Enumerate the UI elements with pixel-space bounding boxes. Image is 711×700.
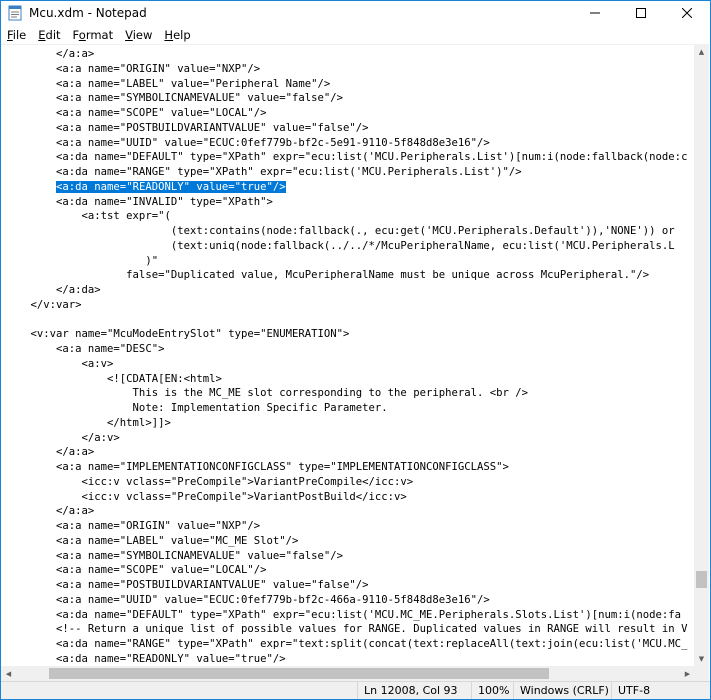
code-line: <a:da name="RANGE" type="XPath" expr="ec… [5, 166, 522, 178]
code-line: <a:da name="READONLY" value="true"/> [5, 180, 286, 195]
menu-help[interactable]: Help [158, 28, 196, 42]
menu-edit[interactable]: Edit [32, 28, 66, 42]
notepad-window: Mcu.xdm - Notepad File Edit Format View … [0, 0, 711, 700]
code-line: <a:a name="LABEL" value="MC_ME Slot"/> [5, 534, 299, 547]
code-line: <![CDATA[EN:<html> [5, 372, 222, 385]
code-line: <a:da name="INVALID" type="XPath"> [5, 195, 273, 208]
maximize-button[interactable] [618, 1, 664, 25]
encoding: UTF-8 [611, 682, 650, 699]
code-line: (text:uniq(node:fallback(../../*/McuPeri… [5, 239, 675, 252]
vertical-scrollbar[interactable]: ▲ ▼ [694, 44, 709, 666]
window-title: Mcu.xdm - Notepad [29, 6, 147, 20]
code-line: <a:da name="DEFAULT" type="XPath" expr="… [5, 151, 688, 164]
scroll-right-arrow-icon[interactable]: ▶ [680, 666, 695, 681]
code-line: <a:a name="DESC"> [5, 343, 165, 355]
code-line: <a:da name="RANGE" type="XPath" expr="te… [5, 638, 688, 650]
code-line: <a:a name="POSTBUILDVARIANTVALUE" value=… [5, 121, 369, 134]
code-line: (text:contains(node:fallback(., ecu:get(… [5, 225, 675, 237]
vertical-scroll-thumb[interactable] [696, 570, 707, 588]
selected-text: <a:da name="READONLY" value="true"/> [56, 180, 286, 193]
code-line: <a:a name="POSTBUILDVARIANTVALUE" value=… [5, 579, 369, 591]
code-line: <a:a name="ORIGIN" value="NXP"/> [5, 520, 261, 532]
code-line: <a:a name="UUID" value="ECUC:0fef779b-bf… [5, 136, 490, 149]
code-line: <a:da name="READONLY" value="true"/> [5, 652, 286, 665]
cursor-position: Ln 12008, Col 93 [357, 682, 458, 699]
menu-bar: File Edit Format View Help [1, 25, 710, 44]
maximize-icon [636, 8, 646, 18]
scroll-left-arrow-icon[interactable]: ◀ [1, 666, 16, 681]
code-line: </a:a> [5, 446, 95, 459]
scroll-up-arrow-icon[interactable]: ▲ [694, 44, 709, 59]
status-bar: Ln 12008, Col 93 100% Windows (CRLF) UTF… [1, 681, 710, 699]
code-line: </html>]]> [5, 416, 171, 429]
code-line: Note: Implementation Specific Parameter. [5, 402, 388, 414]
title-bar[interactable]: Mcu.xdm - Notepad [1, 1, 710, 25]
menu-file[interactable]: File [1, 28, 32, 42]
code-line: <v:var name="McuModeEntrySlot" type="ENU… [5, 328, 350, 341]
code-line: )" [5, 254, 159, 267]
horizontal-scroll-thumb[interactable] [48, 668, 549, 679]
code-line: <a:v> [5, 357, 114, 370]
line-ending: Windows (CRLF) [513, 682, 609, 699]
code-line: <icc:v vclass="PreCompile">VariantPreCom… [5, 475, 414, 488]
code-line: </a:a> [5, 505, 95, 518]
code-line: false="Duplicated value, McuPeripheralNa… [5, 269, 650, 282]
code-line: <a:a name="SCOPE" value="LOCAL"/> [5, 107, 267, 119]
minimize-button[interactable] [572, 1, 618, 25]
code-line: </v:var> [5, 298, 82, 311]
close-button[interactable] [664, 1, 710, 25]
menu-format[interactable]: Format [67, 28, 120, 42]
text-editor-area[interactable]: </a:a> <a:a name="ORIGIN" value="NXP"/> … [1, 44, 698, 667]
code-line: <a:a name="IMPLEMENTATIONCONFIGCLASS" ty… [5, 461, 509, 473]
scroll-down-arrow-icon[interactable]: ▼ [694, 651, 709, 666]
code-line: <a:a name="ORIGIN" value="NXP"/> [5, 62, 261, 75]
code-line: </a:a> [5, 48, 95, 60]
code-line: <!-- Return a unique list of possible va… [5, 623, 688, 636]
menu-view[interactable]: View [119, 28, 158, 42]
code-line: <a:da name="DEFAULT" type="XPath" expr="… [5, 608, 682, 621]
notepad-app-icon [7, 5, 23, 21]
code-line: <a:a name="UUID" value="ECUC:0fef779b-bf… [5, 593, 490, 606]
minimize-icon [590, 12, 600, 14]
scrollbar-corner [694, 666, 709, 681]
code-line: <a:a name="SYMBOLICNAMEVALUE" value="fal… [5, 549, 344, 562]
zoom-level: 100% [471, 682, 509, 699]
horizontal-scrollbar[interactable]: ◀ ▶ [1, 666, 695, 681]
code-line: <icc:v vclass="PreCompile">VariantPostBu… [5, 490, 407, 503]
close-icon [682, 8, 692, 18]
code-line: <a:a name="LABEL" value="Peripheral Name… [5, 77, 331, 90]
code-line: This is the MC_ME slot corresponding to … [5, 387, 528, 400]
code-line: <a:tst expr="( [5, 210, 171, 223]
code-line: <a:a name="SCOPE" value="LOCAL"/> [5, 564, 267, 577]
code-line: </a:v> [5, 431, 120, 444]
code-line: <a:a name="SYMBOLICNAMEVALUE" value="fal… [5, 92, 344, 105]
code-line: </a:da> [5, 284, 101, 296]
